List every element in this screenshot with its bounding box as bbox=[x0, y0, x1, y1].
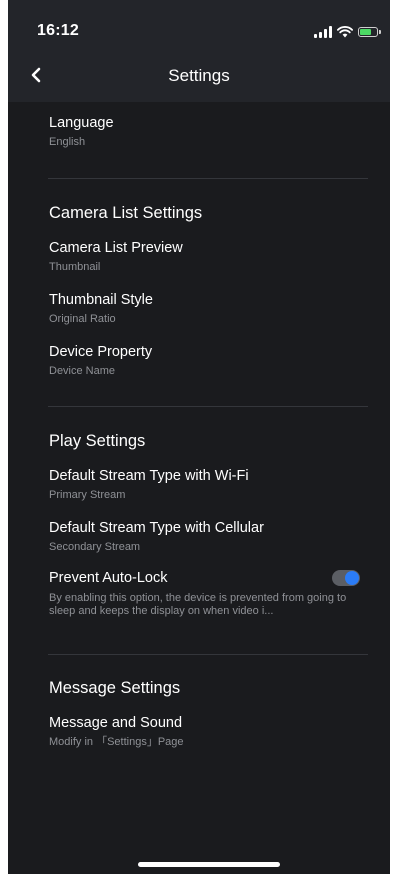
prevent-auto-lock-title: Prevent Auto-Lock bbox=[49, 570, 168, 586]
device-property-value: Device Name bbox=[49, 365, 116, 377]
thumbnail-style-title: Thumbnail Style bbox=[49, 292, 153, 308]
signal-icon bbox=[314, 26, 332, 38]
prevent-auto-lock-toggle[interactable] bbox=[332, 570, 360, 586]
home-indicator[interactable] bbox=[138, 862, 280, 867]
thumbnail-style-item[interactable]: Thumbnail Style Original Ratio bbox=[49, 291, 368, 326]
camera-list-preview-value: Thumbnail bbox=[49, 261, 101, 273]
cellular-stream-type-item[interactable]: Default Stream Type with Cellular Second… bbox=[49, 519, 368, 554]
camera-list-settings-header: Camera List Settings bbox=[49, 204, 203, 222]
prevent-auto-lock-item: Prevent Auto-Lock By enabling this optio… bbox=[49, 569, 368, 618]
top-bar: 16:12 Settings bbox=[8, 0, 390, 102]
message-and-sound-value: Modify in 「Settings」Page bbox=[49, 736, 184, 748]
language-item[interactable]: Language English bbox=[49, 114, 368, 149]
message-and-sound-title: Message and Sound bbox=[49, 715, 183, 731]
thumbnail-style-value: Original Ratio bbox=[49, 313, 116, 325]
device-property-item[interactable]: Device Property Device Name bbox=[49, 343, 368, 378]
play-settings-header: Play Settings bbox=[49, 432, 146, 450]
battery-charging-icon bbox=[358, 27, 381, 37]
toggle-knob bbox=[345, 571, 359, 585]
language-title: Language bbox=[49, 115, 114, 131]
language-value: English bbox=[49, 136, 86, 148]
wifi-stream-type-title: Default Stream Type with Wi-Fi bbox=[49, 468, 249, 484]
section-divider bbox=[48, 654, 368, 655]
camera-list-preview-item[interactable]: Camera List Preview Thumbnail bbox=[49, 239, 368, 274]
cellular-stream-type-value: Secondary Stream bbox=[49, 541, 141, 553]
message-settings-header: Message Settings bbox=[49, 679, 181, 697]
section-divider bbox=[48, 406, 368, 407]
wifi-stream-type-item[interactable]: Default Stream Type with Wi-Fi Primary S… bbox=[49, 467, 368, 502]
page-title: Settings bbox=[168, 66, 230, 85]
wifi-stream-type-value: Primary Stream bbox=[49, 489, 126, 501]
status-time: 16:12 bbox=[37, 22, 79, 39]
section-divider bbox=[48, 178, 368, 179]
phone-screen: 16:12 Settings Language English Camera L… bbox=[8, 0, 390, 874]
device-property-title: Device Property bbox=[49, 344, 153, 360]
prevent-auto-lock-description: By enabling this option, the device is p… bbox=[49, 592, 347, 617]
wifi-icon bbox=[337, 26, 353, 38]
status-icons bbox=[314, 24, 381, 40]
cellular-stream-type-title: Default Stream Type with Cellular bbox=[49, 520, 264, 536]
camera-list-preview-title: Camera List Preview bbox=[49, 240, 183, 256]
message-and-sound-item[interactable]: Message and Sound Modify in 「Settings」Pa… bbox=[49, 714, 368, 749]
